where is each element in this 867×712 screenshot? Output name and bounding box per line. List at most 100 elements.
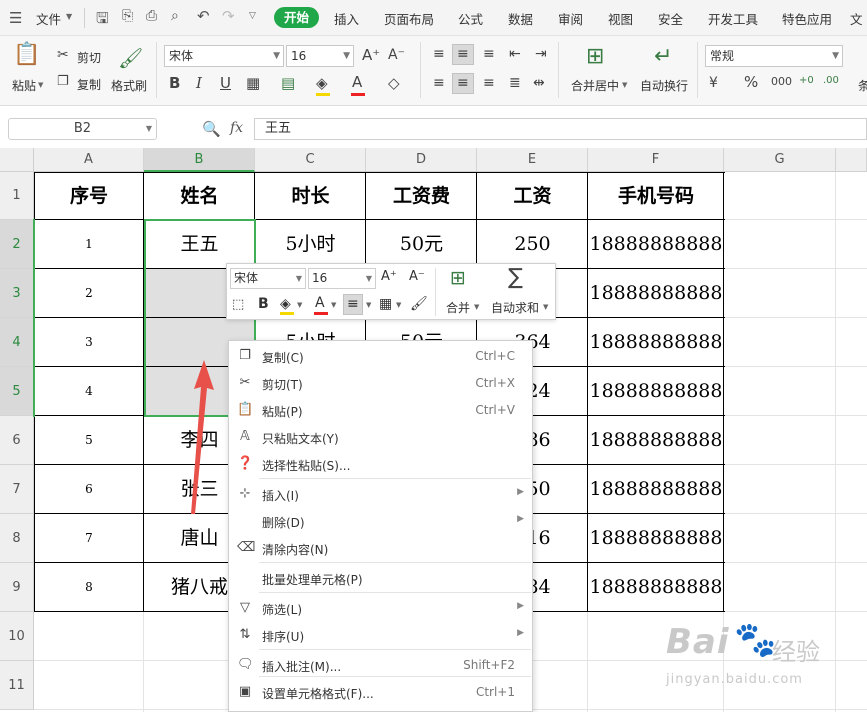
row-header-10[interactable]: 10 — [0, 612, 34, 661]
undo-icon[interactable]: ↶ — [197, 7, 210, 25]
data-cell[interactable]: 1 — [34, 220, 144, 269]
row-header-7[interactable]: 7 — [0, 465, 34, 514]
menu-item[interactable]: 删除(D) ▶ — [229, 508, 532, 534]
mini-merge-button[interactable]: 合并 — [446, 299, 470, 316]
data-cell[interactable]: 8 — [34, 563, 144, 612]
currency-icon[interactable]: ¥ — [709, 76, 718, 90]
data-cell[interactable]: 18888888888 — [588, 220, 724, 269]
column-header-c[interactable]: C — [255, 148, 366, 172]
menu-item[interactable]: 📋 粘贴(P) Ctrl+V — [229, 397, 532, 423]
header-cell[interactable]: 手机号码 — [588, 172, 724, 220]
data-cell[interactable]: 2 — [34, 269, 144, 318]
tab-insert[interactable]: 插入 — [334, 9, 359, 28]
format-painter-icon[interactable]: 🖌 — [118, 46, 143, 70]
column-header-a[interactable]: A — [34, 148, 144, 172]
increase-font-icon[interactable]: A⁺ — [362, 48, 380, 63]
tab-special[interactable]: 特色应用 — [782, 9, 832, 28]
data-cell[interactable]: 6 — [34, 465, 144, 514]
justify-icon[interactable]: ≣ — [509, 76, 521, 90]
distribute-icon[interactable]: ⇹ — [533, 76, 545, 90]
decrease-font-icon[interactable]: A⁻ — [409, 269, 425, 284]
format-painter-icon[interactable]: 🖌 — [410, 296, 428, 312]
zoom-icon[interactable]: 🔍 — [202, 120, 221, 138]
row-header-3[interactable]: 3 — [0, 269, 34, 318]
fill-color-icon[interactable]: ◈ — [316, 76, 328, 91]
menu-item[interactable]: 🗨 插入批注(M)... Shift+F2 — [229, 652, 532, 678]
tab-formulas[interactable]: 公式 — [458, 9, 483, 28]
cut-button[interactable]: 剪切 — [77, 49, 101, 66]
hamburger-icon[interactable]: ☰ — [9, 9, 22, 27]
paste-icon[interactable]: 📋 — [13, 42, 40, 67]
tab-page-layout[interactable]: 页面布局 — [384, 9, 434, 28]
indent-decrease-icon[interactable]: ⇤ — [509, 47, 521, 61]
align-right-icon[interactable]: ≡ — [483, 76, 495, 90]
menu-item[interactable]: ✂ 剪切(T) Ctrl+X — [229, 370, 532, 396]
print-icon[interactable]: ⎙ — [146, 8, 157, 24]
sum-icon[interactable]: ∑ — [508, 265, 523, 290]
menu-item[interactable]: 𝔸 只粘贴文本(Y) — [229, 424, 532, 450]
conditional-format-label[interactable]: 条 — [858, 77, 867, 94]
decrease-decimal-icon[interactable]: .00 — [823, 76, 839, 86]
data-cell[interactable]: 18888888888 — [588, 465, 724, 514]
data-cell[interactable]: 250 — [477, 220, 588, 269]
row-header-4[interactable]: 4 — [0, 318, 34, 367]
header-cell[interactable]: 序号 — [34, 172, 144, 220]
tab-doc[interactable]: 文 — [850, 9, 863, 28]
row-header-6[interactable]: 6 — [0, 416, 34, 465]
cell-style-icon[interactable]: ▤ — [281, 76, 295, 91]
redo-icon[interactable]: ↷ — [222, 7, 235, 25]
row-header-9[interactable]: 9 — [0, 563, 34, 612]
bold-button[interactable]: B — [169, 76, 180, 91]
fx-button[interactable]: fx — [230, 120, 243, 136]
menu-item[interactable]: 批量处理单元格(P) — [229, 565, 532, 591]
data-cell[interactable]: 18888888888 — [588, 318, 724, 367]
align-top-icon[interactable]: ≡ — [433, 47, 445, 61]
data-cell[interactable]: 18888888888 — [588, 514, 724, 563]
number-format-select[interactable]: 常规 ▼ — [705, 45, 843, 67]
menu-item[interactable]: ⊹ 插入(I) ▶ — [229, 481, 532, 507]
data-cell[interactable]: 18888888888 — [588, 269, 724, 318]
menu-item[interactable]: ▣ 设置单元格格式(F)... Ctrl+1 — [229, 679, 532, 705]
copy-button[interactable]: 复制 — [77, 76, 101, 93]
increase-font-icon[interactable]: A⁺ — [381, 269, 397, 284]
italic-button[interactable]: I — [196, 76, 202, 91]
header-cell[interactable]: 工资 — [477, 172, 588, 220]
merge-center-icon[interactable]: ⊞ — [586, 44, 604, 69]
mini-bold-button[interactable]: B — [258, 296, 269, 312]
borders-icon[interactable]: ▦ — [246, 76, 260, 91]
tab-developer[interactable]: 开发工具 — [708, 9, 758, 28]
data-cell[interactable]: 18888888888 — [588, 367, 724, 416]
select-range-icon[interactable]: ⬚ — [232, 297, 244, 312]
data-cell[interactable]: 3 — [34, 318, 144, 367]
format-painter-button[interactable]: 格式刷 — [111, 77, 147, 94]
column-header-e[interactable]: E — [477, 148, 588, 172]
column-header-d[interactable]: D — [366, 148, 477, 172]
tab-view[interactable]: 视图 — [608, 9, 633, 28]
indent-increase-icon[interactable]: ⇥ — [535, 47, 547, 61]
wrap-text-icon[interactable]: ↵ — [654, 44, 672, 69]
align-left-icon[interactable]: ≡ — [433, 76, 445, 90]
data-cell[interactable]: 5 — [34, 416, 144, 465]
menu-item[interactable]: ⌫ 清除内容(N) — [229, 535, 532, 561]
menu-item[interactable]: ❓ 选择性粘贴(S)... — [229, 451, 532, 477]
scissors-icon[interactable]: ✂ — [57, 47, 69, 63]
header-cell[interactable]: 工资费 — [366, 172, 477, 220]
font-name-select[interactable]: 宋体 ▼ — [164, 45, 284, 67]
borders-icon[interactable]: ▦ — [379, 296, 392, 312]
underline-button[interactable]: U — [220, 76, 231, 91]
formula-input[interactable]: 王五 — [254, 118, 867, 140]
font-size-select[interactable]: 16 ▼ — [286, 45, 354, 67]
data-cell[interactable]: 18888888888 — [588, 563, 724, 612]
export-icon[interactable]: ⎘ — [122, 8, 133, 24]
row-header-8[interactable]: 8 — [0, 514, 34, 563]
save-icon[interactable]: 🖫 — [96, 8, 109, 33]
tab-data[interactable]: 数据 — [508, 9, 533, 28]
data-cell[interactable]: 5小时 — [255, 220, 366, 269]
merge-center-button[interactable]: 合并居中 — [571, 77, 619, 94]
increase-decimal-icon[interactable]: +0 — [799, 76, 814, 86]
name-box[interactable]: B2 ▼ — [8, 118, 157, 140]
data-cell[interactable]: 18888888888 — [588, 416, 724, 465]
column-header-b[interactable]: B — [144, 148, 255, 172]
paste-button[interactable]: 粘贴 — [12, 77, 36, 94]
align-bottom-icon[interactable]: ≡ — [483, 47, 495, 61]
